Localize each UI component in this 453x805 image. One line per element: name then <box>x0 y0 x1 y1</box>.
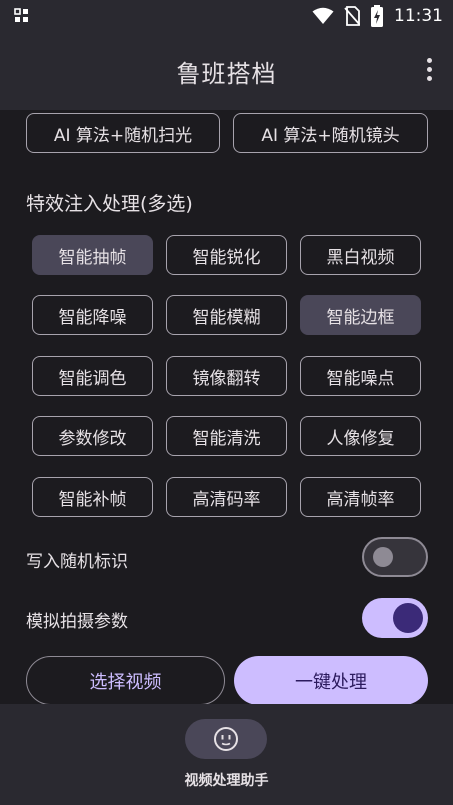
select-video-label: 选择视频 <box>89 671 162 693</box>
one-click-process-label: 一键处理 <box>295 671 367 693</box>
one-click-process-button[interactable]: 一键处理 <box>234 656 428 705</box>
effect-chip-label: 智能补帧 <box>58 489 127 510</box>
ai-random-sweep-label: AI 算法+随机扫光 <box>53 125 193 146</box>
app-bar: 鲁班搭档 <box>0 32 453 110</box>
effect-chip-black-white[interactable]: 黑白视频 <box>300 235 421 275</box>
effect-chip-label: 智能清洗 <box>192 428 261 449</box>
effect-chip-label: 高清帧率 <box>326 489 395 510</box>
effect-chip-label: 智能锐化 <box>192 247 261 268</box>
effect-chip-clean[interactable]: 智能清洗 <box>166 416 287 456</box>
face-icon <box>214 727 238 751</box>
effect-chip-label: 智能抽帧 <box>58 247 127 268</box>
switch-knob <box>393 603 423 633</box>
effect-chip-blur[interactable]: 智能模糊 <box>166 295 287 335</box>
more-options-icon[interactable] <box>423 58 435 84</box>
effect-chip-border[interactable]: 智能边框 <box>300 295 421 335</box>
nav-item-video-helper[interactable] <box>185 719 267 759</box>
effect-chip-mirror-flip[interactable]: 镜像翻转 <box>166 356 287 396</box>
effect-chip-label: 智能降噪 <box>58 307 127 328</box>
nav-label: 视频处理助手 <box>184 773 269 789</box>
random-tag-switch[interactable] <box>362 537 428 577</box>
wifi-icon <box>312 7 334 24</box>
effect-chip-portrait-repair[interactable]: 人像修复 <box>300 416 421 456</box>
effect-chip-denoise[interactable]: 智能降噪 <box>32 295 153 335</box>
effect-chip-label: 智能噪点 <box>326 368 395 389</box>
ai-random-sweep-button[interactable]: AI 算法+随机扫光 <box>26 113 220 153</box>
effect-chip-frame-extract[interactable]: 智能抽帧 <box>32 235 153 275</box>
effect-chip-label: 参数修改 <box>58 428 127 449</box>
effect-chip-color-grade[interactable]: 智能调色 <box>32 356 153 396</box>
effect-chip-label: 高清码率 <box>192 489 261 510</box>
no-sim-icon <box>344 6 360 26</box>
effect-chip-label: 镜像翻转 <box>192 368 261 389</box>
effect-chip-label: 智能模糊 <box>192 307 261 328</box>
select-video-button[interactable]: 选择视频 <box>26 656 225 705</box>
status-bar: 11:31 <box>0 0 453 32</box>
notification-grid-icon <box>14 8 28 22</box>
effect-chip-frame-interpolate[interactable]: 智能补帧 <box>32 477 153 517</box>
page-title: 鲁班搭档 <box>176 60 277 88</box>
effect-chip-hd-bitrate[interactable]: 高清码率 <box>166 477 287 517</box>
clock: 11:31 <box>394 6 443 26</box>
ai-random-lens-button[interactable]: AI 算法+随机镜头 <box>233 113 428 153</box>
effect-chip-sharpen[interactable]: 智能锐化 <box>166 235 287 275</box>
simulate-shoot-params-label: 模拟拍摄参数 <box>26 612 128 632</box>
effect-chip-label: 智能调色 <box>58 368 127 389</box>
effect-chip-param-modify[interactable]: 参数修改 <box>32 416 153 456</box>
effect-chip-label: 人像修复 <box>326 428 395 449</box>
bottom-navigation: 视频处理助手 <box>0 704 453 805</box>
effect-chip-noise-dots[interactable]: 智能噪点 <box>300 356 421 396</box>
effect-chip-hd-framerate[interactable]: 高清帧率 <box>300 477 421 517</box>
effects-section-title: 特效注入处理(多选) <box>26 193 193 215</box>
battery-charging-icon <box>371 5 383 27</box>
simulate-shoot-params-switch[interactable] <box>362 598 428 638</box>
switch-knob <box>373 547 393 567</box>
effect-chip-label: 智能边框 <box>326 307 395 328</box>
ai-random-lens-label: AI 算法+随机镜头 <box>261 125 400 146</box>
effect-chip-label: 黑白视频 <box>326 247 395 268</box>
random-tag-label: 写入随机标识 <box>26 552 128 572</box>
